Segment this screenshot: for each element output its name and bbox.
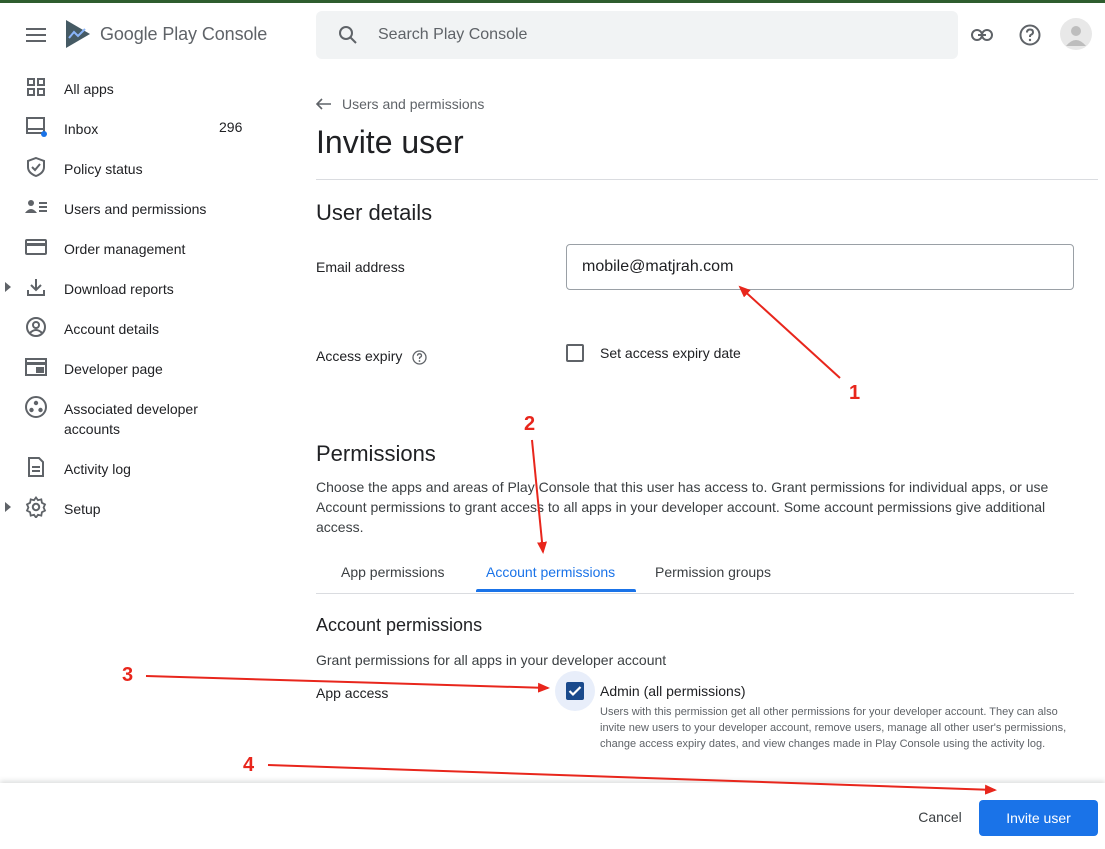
access-expiry-checkbox[interactable]: [566, 344, 584, 362]
window-top-border: [0, 0, 1105, 3]
sidebar-item-label: Order management: [64, 241, 186, 257]
search-icon: [339, 26, 357, 44]
checkmark-icon: [568, 686, 582, 697]
grid-icon: [24, 76, 48, 98]
breadcrumb-label: Users and permissions: [342, 96, 485, 112]
active-tab-indicator: [476, 589, 636, 592]
title-divider: [316, 179, 1098, 180]
logo-text: Google Play Console: [100, 23, 268, 44]
admin-permission-label: Admin (all permissions): [600, 683, 746, 699]
annotation-number-4: 4: [243, 754, 255, 776]
email-label: Email address: [316, 259, 405, 275]
account-permissions-heading: Account permissions: [316, 615, 483, 635]
search-input[interactable]: [378, 26, 898, 44]
invite-user-button[interactable]: Invite user: [979, 800, 1098, 836]
avatar[interactable]: [1060, 18, 1092, 50]
linked-accounts-icon: [24, 396, 48, 418]
annotation-number-3: 3: [122, 664, 134, 686]
tab-app-permissions[interactable]: App permissions: [341, 564, 445, 580]
breadcrumb[interactable]: Users and permissions: [316, 96, 484, 112]
sidebar-item-label: Account details: [64, 321, 159, 337]
app-access-label: App access: [316, 685, 389, 701]
annotation-number-1: 1: [849, 382, 861, 404]
inbox-icon: [24, 116, 48, 138]
link-icon[interactable]: [970, 23, 994, 47]
user-details-heading: User details: [316, 200, 433, 225]
action-footer: Cancel Invite user: [0, 783, 1105, 849]
play-console-logo-icon: [66, 20, 90, 48]
annotation-number-2: 2: [524, 413, 536, 435]
email-field[interactable]: [566, 244, 1074, 290]
document-icon: [24, 456, 48, 478]
cancel-button[interactable]: Cancel: [903, 802, 977, 832]
access-expiry-label: Access expiry: [316, 348, 403, 364]
annotation-arrow-1: [738, 285, 841, 379]
sidebar-item-label: Associated developer accounts: [64, 401, 198, 437]
sidebar-item-label: Setup: [64, 501, 101, 517]
play-console-logo[interactable]: Google Play Console: [64, 18, 267, 50]
sidebar-item-label: Activity log: [64, 461, 131, 477]
tab-permission-groups[interactable]: Permission groups: [655, 564, 771, 580]
arrow-back-icon: [316, 98, 331, 110]
sidebar-item-label: Developer page: [64, 361, 163, 377]
page-title: Invite user: [316, 124, 464, 160]
search-bar[interactable]: [316, 11, 958, 59]
sidebar-item-label: Policy status: [64, 161, 143, 177]
hamburger-menu-icon[interactable]: [22, 22, 50, 48]
access-expiry-label-row: Access expiry: [316, 348, 427, 365]
expand-arrow-icon[interactable]: [4, 502, 12, 512]
sidebar-item-label: Users and permissions: [64, 201, 207, 217]
permissions-description: Choose the apps and areas of Play Consol…: [316, 479, 1049, 535]
permissions-tabs: App permissions Account permissions Perm…: [316, 556, 1074, 594]
help-icon[interactable]: [1018, 23, 1042, 47]
sidebar-item-label: Inbox: [64, 121, 99, 137]
users-icon: [24, 196, 48, 218]
account-permissions-subheading: Grant permissions for all apps in your d…: [316, 652, 667, 668]
account-circle-icon: [24, 316, 48, 338]
admin-checkbox[interactable]: [566, 682, 584, 700]
permissions-heading: Permissions: [316, 441, 436, 466]
sidebar-item-label: All apps: [64, 81, 114, 97]
gear-icon: [24, 496, 48, 518]
expand-arrow-icon[interactable]: [4, 282, 12, 292]
web-page-icon: [24, 356, 48, 378]
shield-icon: [24, 156, 48, 178]
inbox-count-badge: 296: [219, 119, 243, 135]
access-expiry-checkbox-label: Set access expiry date: [600, 345, 741, 361]
tab-account-permissions[interactable]: Account permissions: [486, 564, 615, 580]
credit-card-icon: [24, 236, 48, 258]
admin-permission-description: Users with this permission get all other…: [600, 706, 1067, 750]
download-icon: [24, 276, 48, 298]
help-circle-icon[interactable]: [412, 350, 427, 365]
sidebar-item-label: Download reports: [64, 281, 174, 297]
